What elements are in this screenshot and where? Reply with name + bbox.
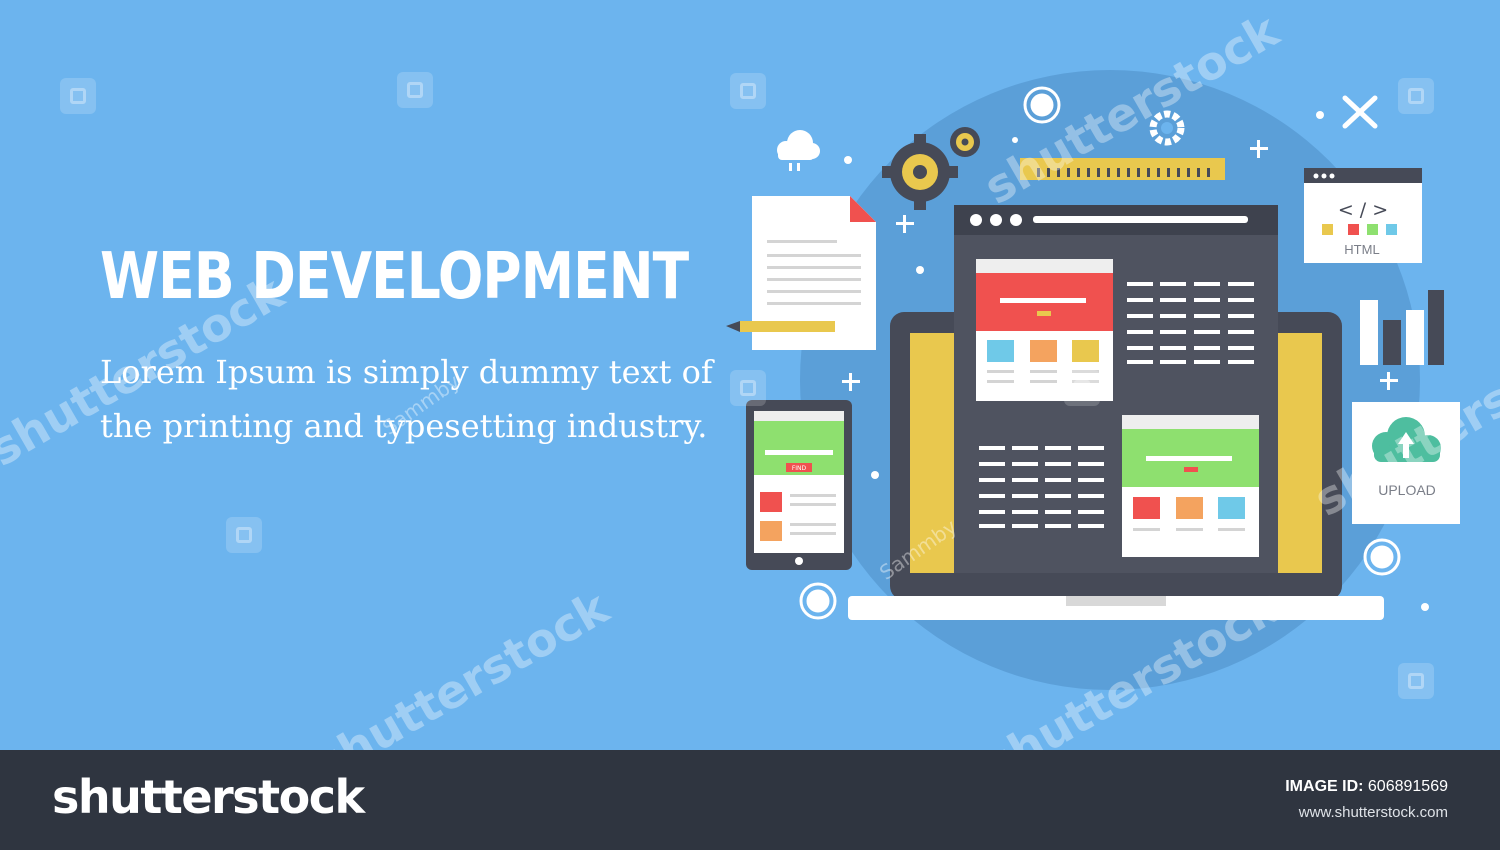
html-tag-text: < / > (1338, 199, 1388, 221)
watermark-logo-icon (730, 73, 766, 109)
watermark-logo-icon (1398, 663, 1434, 699)
shutterstock-logo[interactable]: shutterstock (52, 770, 365, 824)
document-icon (726, 196, 876, 350)
site-url-link[interactable]: www.shutterstock.com (1299, 804, 1448, 821)
watermark-logo-icon (226, 517, 262, 553)
cloud-download-icon (777, 130, 820, 171)
watermark-logo-icon (1398, 78, 1434, 114)
tablet-icon: FIND (746, 400, 852, 570)
html-code-window: < / > HTML (1304, 168, 1422, 263)
tools-icon (1342, 95, 1378, 129)
browser-window (954, 205, 1278, 573)
watermark-logo-icon (60, 78, 96, 114)
watermark-logo-icon (1064, 370, 1100, 406)
hero-banner: WEB DEVELOPMENT Lorem Ipsum is simply du… (0, 0, 1500, 750)
html-label: HTML (1344, 242, 1379, 257)
find-button-label: FIND (792, 465, 807, 472)
image-id-label: IMAGE ID: (1285, 778, 1364, 795)
image-id: IMAGE ID: 606891569 (1285, 778, 1448, 796)
watermark-logo-icon (397, 72, 433, 108)
watermark-logo-icon (730, 370, 766, 406)
web-page-mockup-green (1122, 415, 1259, 557)
image-id-value: 606891569 (1367, 778, 1448, 795)
